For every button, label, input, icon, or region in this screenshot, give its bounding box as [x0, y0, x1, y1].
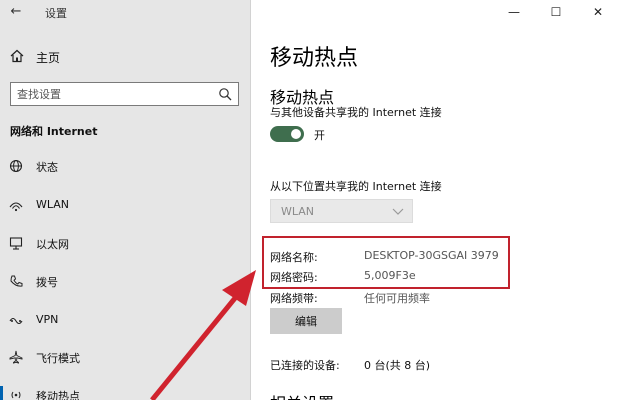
page-title: 移动热点 — [270, 46, 359, 71]
related-settings-heading: 相关设置 — [270, 390, 334, 400]
share-connection-label: 与其他设备共享我的 Internet 连接 — [270, 106, 442, 119]
sidebar-item-label: VPN — [36, 313, 59, 326]
search-icon[interactable] — [218, 87, 232, 101]
hotspot-icon — [11, 391, 21, 399]
airplane-icon — [9, 350, 23, 364]
sidebar-item-label: 拨号 — [36, 276, 58, 289]
window-controls: — ☐ ✕ — [499, 0, 619, 24]
search-box[interactable] — [10, 82, 239, 106]
window-title: 设置 — [45, 7, 67, 20]
dialup-icon — [10, 275, 23, 287]
annotation-highlight-box — [262, 236, 510, 289]
sidebar-item-label: 飞行模式 — [36, 352, 80, 365]
edit-button[interactable]: 编辑 — [270, 308, 342, 334]
back-arrow-icon[interactable]: ← — [9, 5, 23, 19]
sidebar-item-airplane-mode[interactable]: 飞行模式 — [0, 342, 250, 372]
dropdown-value: WLAN — [281, 205, 315, 218]
share-from-dropdown[interactable]: WLAN — [270, 199, 413, 223]
ethernet-icon — [9, 237, 23, 250]
sidebar-item-dialup[interactable]: 拨号 — [0, 266, 250, 296]
home-icon — [10, 49, 24, 63]
sidebar-item-status[interactable]: 状态 — [0, 151, 250, 181]
sidebar: ← 设置 主页 网络和 Internet 状态 WLAN — [0, 0, 251, 400]
sidebar-item-label: 主页 — [36, 51, 61, 65]
hotspot-toggle[interactable] — [270, 126, 304, 142]
connected-devices-label: 已连接的设备: — [270, 359, 340, 372]
sidebar-item-ethernet[interactable]: 以太网 — [0, 228, 250, 258]
sidebar-item-mobile-hotspot[interactable]: 移动热点 — [0, 380, 250, 400]
network-band-label: 网络频带: — [270, 292, 318, 305]
vpn-icon — [9, 317, 23, 325]
globe-icon — [9, 159, 23, 173]
sidebar-item-label: 以太网 — [36, 238, 69, 251]
network-band-value: 任何可用频率 — [364, 292, 430, 305]
sidebar-item-vpn[interactable]: VPN — [0, 305, 250, 335]
connected-devices-value: 0 台(共 8 台) — [364, 359, 431, 372]
chevron-down-icon — [392, 208, 404, 215]
maximize-button[interactable]: ☐ — [541, 3, 571, 21]
toggle-knob — [291, 129, 301, 139]
section-title: 网络和 Internet — [10, 125, 98, 138]
sidebar-item-label: 状态 — [36, 161, 58, 174]
share-from-label: 从以下位置共享我的 Internet 连接 — [270, 180, 442, 193]
minimize-button[interactable]: — — [499, 3, 529, 21]
title-bar: ← 设置 — [0, 0, 251, 24]
toggle-state-label: 开 — [314, 129, 325, 142]
content-pane: — ☐ ✕ 移动热点 移动热点 与其他设备共享我的 Internet 连接 开 … — [251, 0, 619, 400]
search-input[interactable] — [17, 86, 207, 102]
sidebar-item-wlan[interactable]: WLAN — [0, 190, 250, 220]
sidebar-item-home[interactable]: 主页 — [0, 44, 250, 70]
sidebar-item-label: 移动热点 — [36, 390, 80, 400]
sidebar-item-label: WLAN — [36, 198, 70, 211]
close-button[interactable]: ✕ — [583, 3, 613, 21]
wifi-icon — [9, 202, 23, 212]
